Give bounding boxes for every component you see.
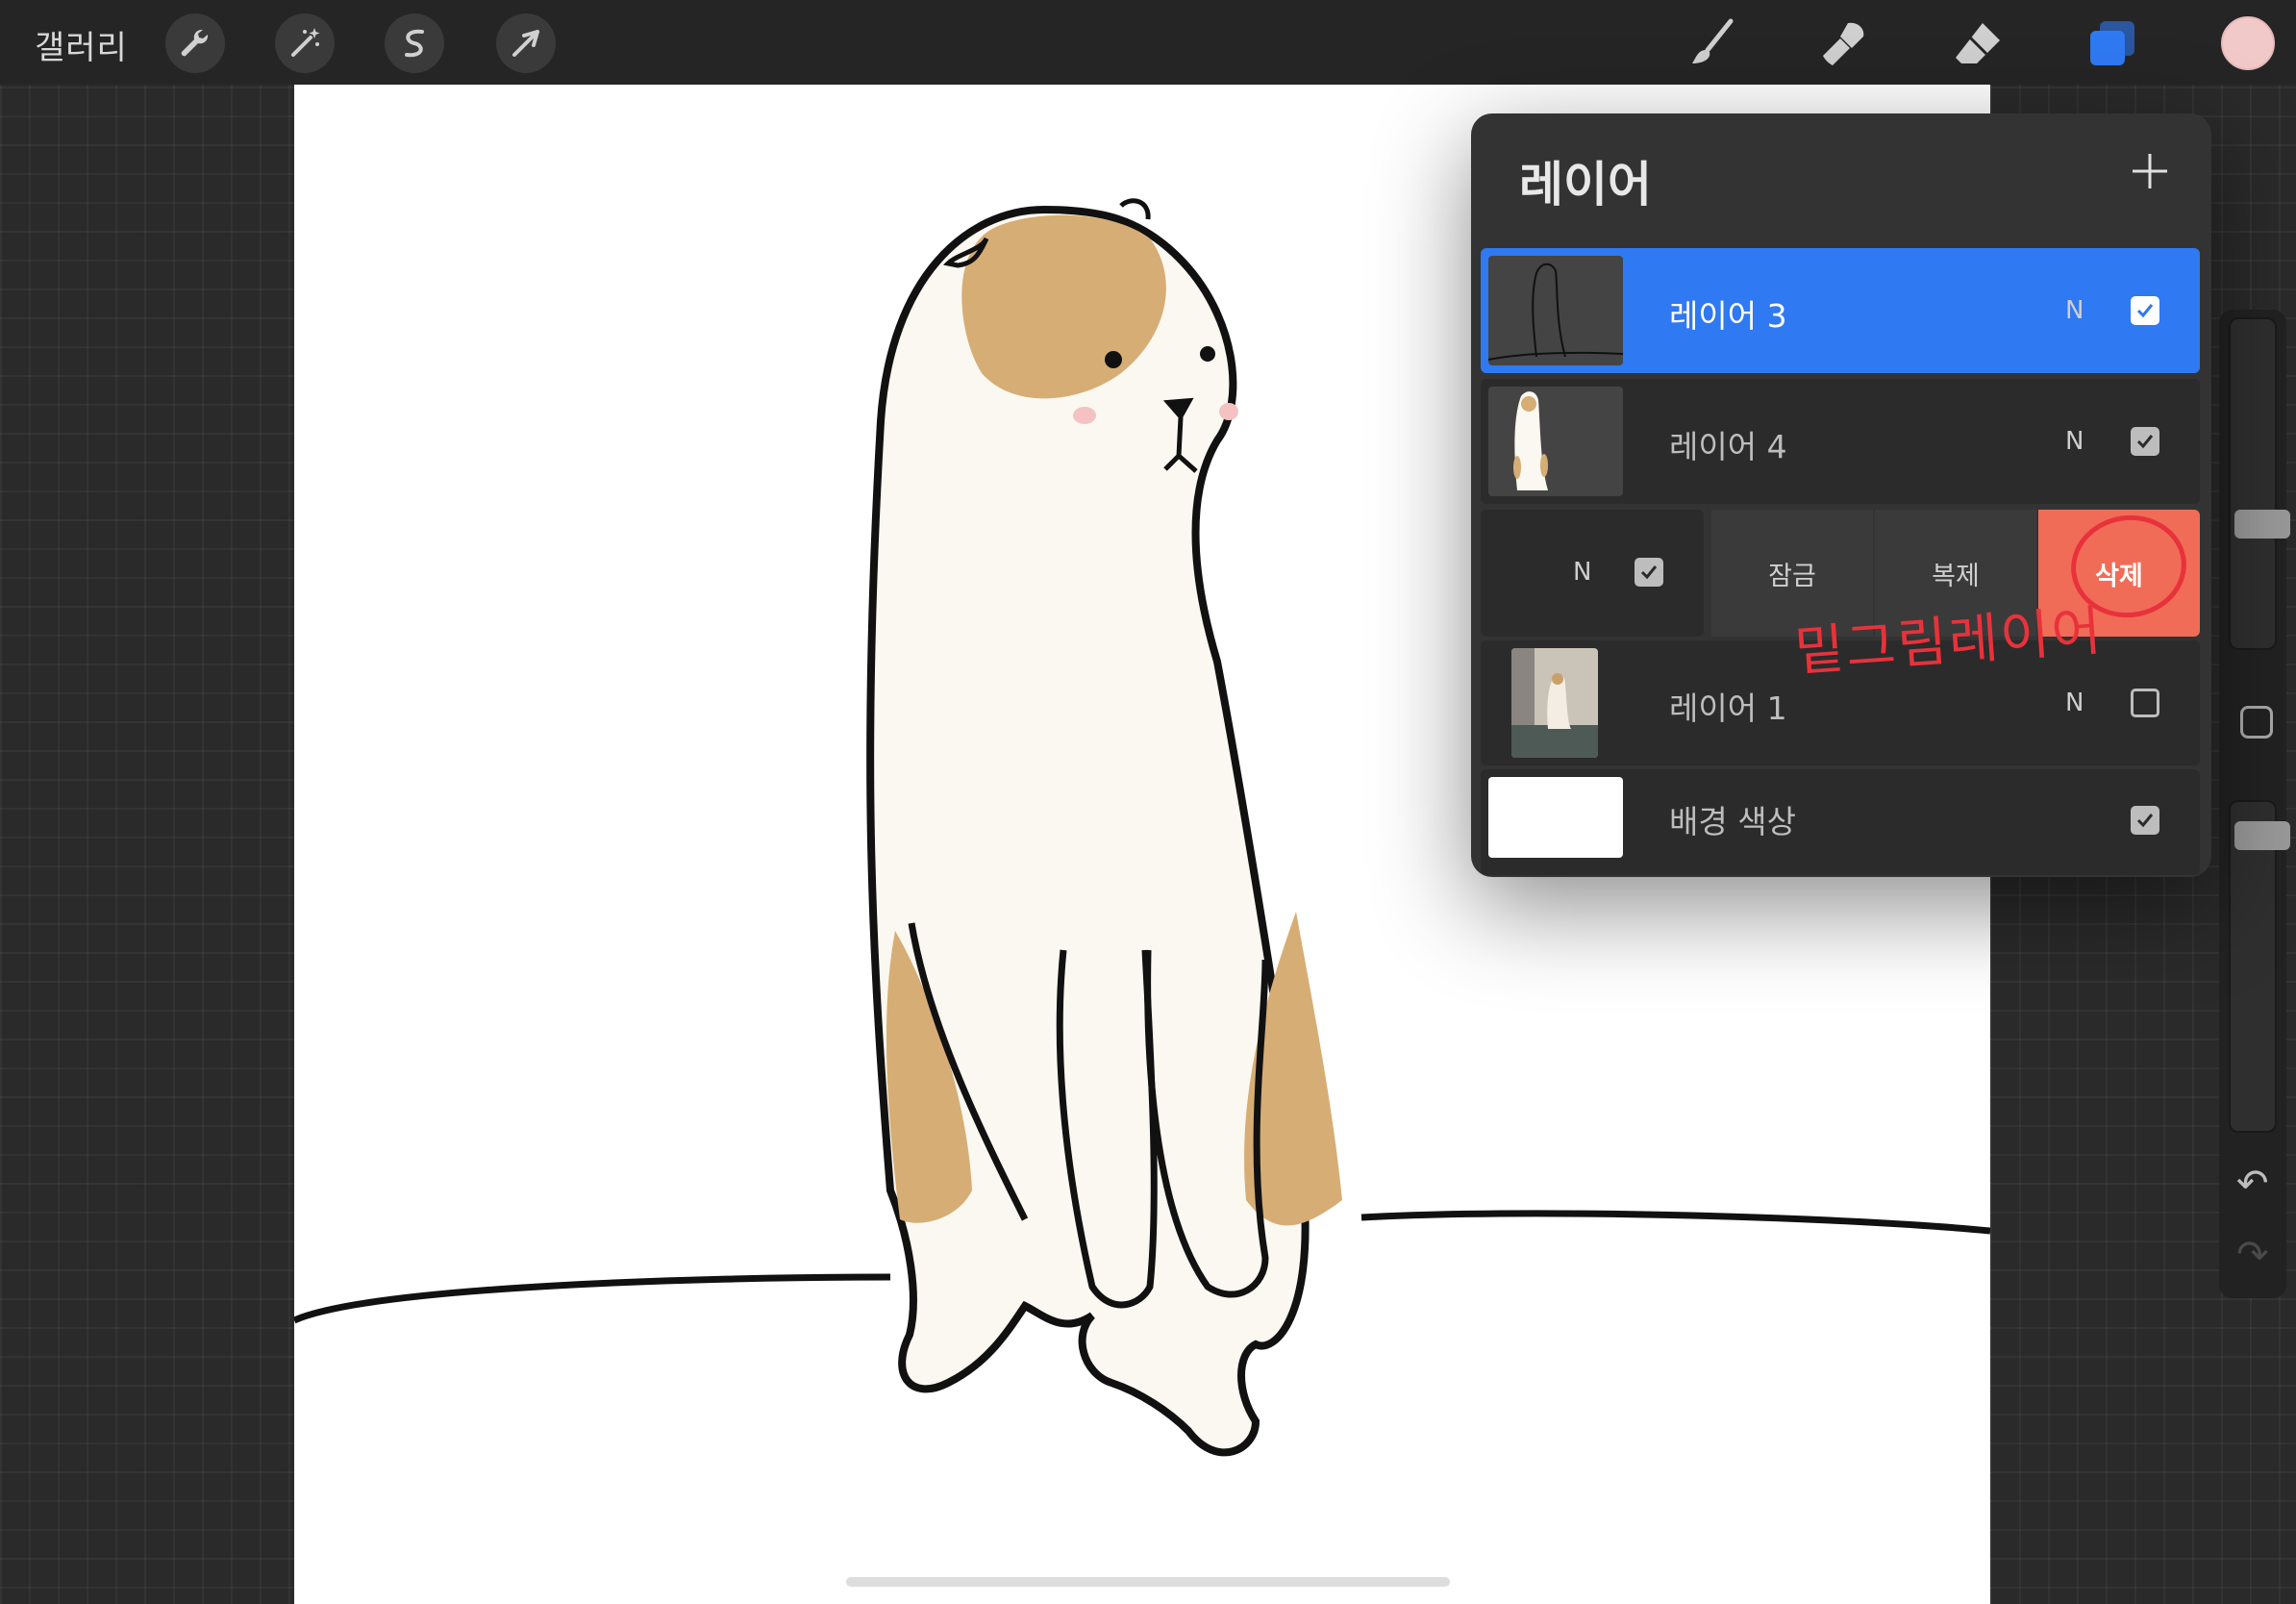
selection-icon xyxy=(405,29,424,58)
magic-wand-icon xyxy=(291,28,320,57)
background-color-thumbnail[interactable] xyxy=(1488,777,1623,858)
blend-mode-button[interactable]: N xyxy=(2065,427,2084,456)
layer-thumbnail xyxy=(1488,256,1623,365)
actions-button[interactable] xyxy=(165,13,225,73)
undo-icon[interactable]: ↶ xyxy=(2236,1162,2269,1206)
checkmark-icon xyxy=(2136,304,2154,318)
wrench-icon xyxy=(181,29,209,57)
transform-arrow-icon xyxy=(512,30,539,57)
layers-button[interactable] xyxy=(2081,13,2144,73)
brush-size-thumb[interactable] xyxy=(2234,510,2290,539)
layer-name: 배경 색상 xyxy=(1669,803,1796,840)
home-indicator xyxy=(846,1577,1450,1587)
visibility-checkbox[interactable] xyxy=(2131,296,2159,325)
transform-button[interactable] xyxy=(496,13,556,73)
blend-mode-button[interactable]: N xyxy=(2065,296,2084,325)
panel-title: 레이어 xyxy=(1519,157,1652,213)
layers-panel: 레이어 레이어 3 N 레이어 4 N N 잠금 복제 삭제 레이어 1 N 배… xyxy=(1471,113,2211,877)
smudge-button[interactable] xyxy=(1813,13,1877,73)
layer-thumbnail xyxy=(1488,387,1623,496)
checkmark-icon xyxy=(2136,435,2154,449)
visibility-checkbox[interactable] xyxy=(2131,806,2159,835)
top-toolbar: 갤러리 xyxy=(0,0,2296,85)
color-picker-button[interactable] xyxy=(2221,16,2275,70)
layer-name: 레이어 4 xyxy=(1669,428,1787,465)
background-color-row[interactable]: 배경 색상 xyxy=(1481,769,2200,875)
brush-icon xyxy=(1692,18,1734,63)
visibility-checkbox[interactable] xyxy=(2131,427,2159,456)
adjustments-button[interactable] xyxy=(275,13,335,73)
layer-row-3[interactable]: 레이어 3 N xyxy=(1481,248,2200,373)
gallery-button[interactable]: 갤러리 xyxy=(35,21,128,68)
checkmark-icon xyxy=(1640,565,1658,580)
brush-button[interactable] xyxy=(1681,13,1744,73)
layer-thumbnail xyxy=(1511,648,1598,758)
redo-icon[interactable]: ↷ xyxy=(2236,1233,2269,1277)
swiped-layer-content: N xyxy=(1481,510,1704,637)
eraser-button[interactable] xyxy=(1946,13,2009,73)
plus-icon xyxy=(2133,154,2167,188)
layer-name: 레이어 3 xyxy=(1669,297,1787,335)
selection-button[interactable] xyxy=(385,13,444,73)
blend-mode-button[interactable]: N xyxy=(1573,558,1591,587)
layers-icon xyxy=(2090,21,2134,65)
layer-name: 레이어 1 xyxy=(1669,689,1787,727)
checkmark-icon xyxy=(2136,814,2154,828)
smudge-icon xyxy=(1823,22,1864,65)
add-layer-button[interactable] xyxy=(2121,142,2179,200)
opacity-thumb[interactable] xyxy=(2234,821,2290,850)
modify-button[interactable] xyxy=(2240,706,2273,739)
brush-size-slider[interactable] xyxy=(2229,317,2290,650)
opacity-slider[interactable] xyxy=(2229,800,2290,1133)
visibility-checkbox[interactable] xyxy=(2131,689,2159,717)
right-sidebar: ↶ ↷ xyxy=(2219,310,2290,1298)
eraser-icon xyxy=(1956,23,2000,63)
blend-mode-button[interactable]: N xyxy=(2065,689,2084,717)
layer-row-4[interactable]: 레이어 4 N xyxy=(1481,379,2200,504)
visibility-checkbox[interactable] xyxy=(1635,558,1663,587)
